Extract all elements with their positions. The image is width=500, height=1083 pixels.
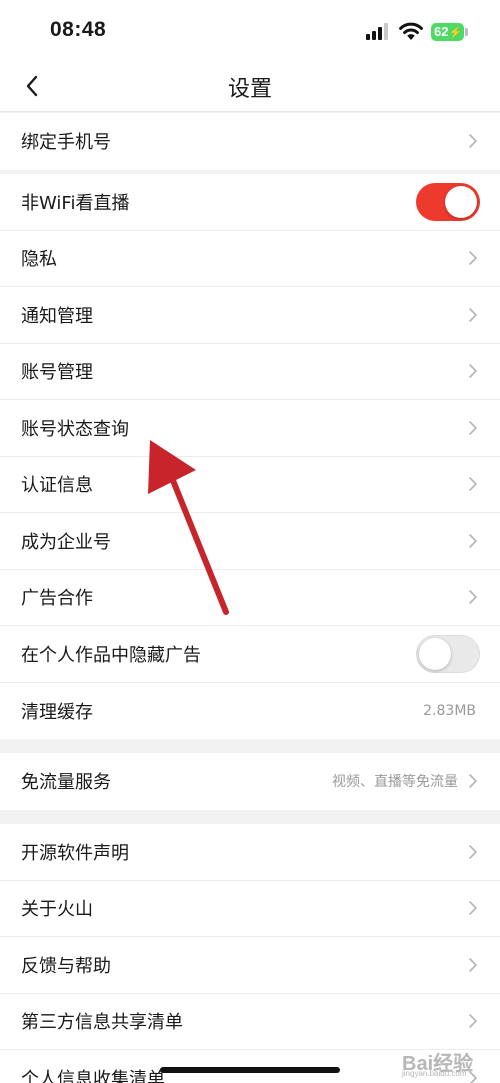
- wifi-icon: [399, 22, 423, 40]
- chevron-right-icon: [469, 1014, 477, 1029]
- settings-row[interactable]: 在个人作品中隐藏广告: [0, 626, 500, 683]
- battery-tip: [465, 28, 468, 36]
- settings-row-label: 认证信息: [21, 475, 93, 497]
- settings-row[interactable]: 账号管理: [0, 344, 500, 400]
- settings-row[interactable]: 成为企业号: [0, 513, 500, 570]
- chevron-right-icon: [469, 901, 477, 916]
- chevron-right-icon: [469, 307, 477, 322]
- settings-row-label: 非WiFi看直播: [21, 192, 130, 214]
- settings-row-label: 账号状态查询: [21, 418, 129, 440]
- settings-row-label: 关于火山: [21, 899, 93, 921]
- settings-row-label: 清理缓存: [21, 701, 93, 723]
- chevron-right-icon: [469, 477, 477, 492]
- settings-row-label: 免流量服务: [21, 772, 111, 794]
- settings-row-label: 个人信息收集清单: [21, 1069, 165, 1083]
- settings-row[interactable]: 关于火山: [0, 881, 500, 937]
- settings-row-label: 成为企业号: [21, 531, 111, 553]
- nav-bar: 设置: [0, 60, 500, 112]
- home-indicator: [160, 1067, 340, 1073]
- settings-row-label: 隐私: [21, 249, 57, 271]
- chevron-right-icon: [469, 774, 477, 789]
- settings-row-label: 通知管理: [21, 305, 93, 327]
- settings-row[interactable]: 账号状态查询: [0, 400, 500, 457]
- status-time: 08:48: [50, 18, 107, 41]
- settings-group-account-binding: 绑定手机号: [0, 113, 500, 170]
- settings-row-label: 绑定手机号: [21, 132, 111, 154]
- chevron-right-icon: [469, 364, 477, 379]
- settings-row[interactable]: 反馈与帮助: [0, 937, 500, 994]
- status-bar: 08:48 62⚡: [0, 0, 500, 60]
- cellular-signal-icon: [366, 22, 392, 40]
- chevron-right-icon: [469, 420, 477, 435]
- settings-row-label: 账号管理: [21, 362, 93, 384]
- toggle-switch[interactable]: [416, 182, 480, 221]
- settings-row-value: 2.83MB: [423, 702, 476, 719]
- chevron-right-icon: [469, 251, 477, 266]
- settings-row[interactable]: 隐私: [0, 231, 500, 287]
- toggle-knob: [445, 185, 477, 218]
- settings-row[interactable]: 绑定手机号: [0, 113, 500, 170]
- settings-group-general: 非WiFi看直播 隐私通知管理账号管理账号状态查询 认证信息成为企业号广告合作在个人…: [0, 174, 500, 739]
- settings-row[interactable]: 认证信息: [0, 457, 500, 513]
- settings-row[interactable]: 非WiFi看直播: [0, 174, 500, 231]
- settings-row[interactable]: 广告合作: [0, 570, 500, 626]
- settings-row[interactable]: 免流量服务 视频、直播等免流量: [0, 753, 500, 810]
- toggle-switch[interactable]: [416, 634, 480, 673]
- settings-row[interactable]: 开源软件声明: [0, 824, 500, 881]
- settings-row-value: 视频、直播等免流量: [332, 774, 458, 791]
- toggle-knob: [419, 637, 451, 670]
- settings-row[interactable]: 清理缓存 2.83MB: [0, 683, 500, 740]
- chevron-right-icon: [469, 957, 477, 972]
- battery-level: 62: [434, 24, 449, 39]
- settings-row-label: 广告合作: [21, 588, 93, 610]
- settings-row[interactable]: 第三方信息共享清单: [0, 994, 500, 1050]
- settings-row-label: 开源软件声明: [21, 842, 129, 864]
- chevron-right-icon: [469, 590, 477, 605]
- settings-group-data-service: 免流量服务 视频、直播等免流量: [0, 753, 500, 810]
- watermark-sub: jingyan.baidu.com: [402, 1069, 467, 1078]
- settings-row[interactable]: 通知管理: [0, 287, 500, 344]
- settings-row-label: 反馈与帮助: [21, 955, 111, 977]
- battery-icon: 62⚡: [431, 23, 464, 41]
- chevron-right-icon: [469, 533, 477, 548]
- settings-row-label: 在个人作品中隐藏广告: [21, 644, 201, 666]
- watermark-logo: Bai经验 jingyan.baidu.com: [396, 1045, 492, 1079]
- settings-row-label: 第三方信息共享清单: [21, 1012, 183, 1034]
- chevron-right-icon: [469, 844, 477, 859]
- chevron-right-icon: [469, 134, 477, 149]
- page-title: 设置: [227, 77, 272, 102]
